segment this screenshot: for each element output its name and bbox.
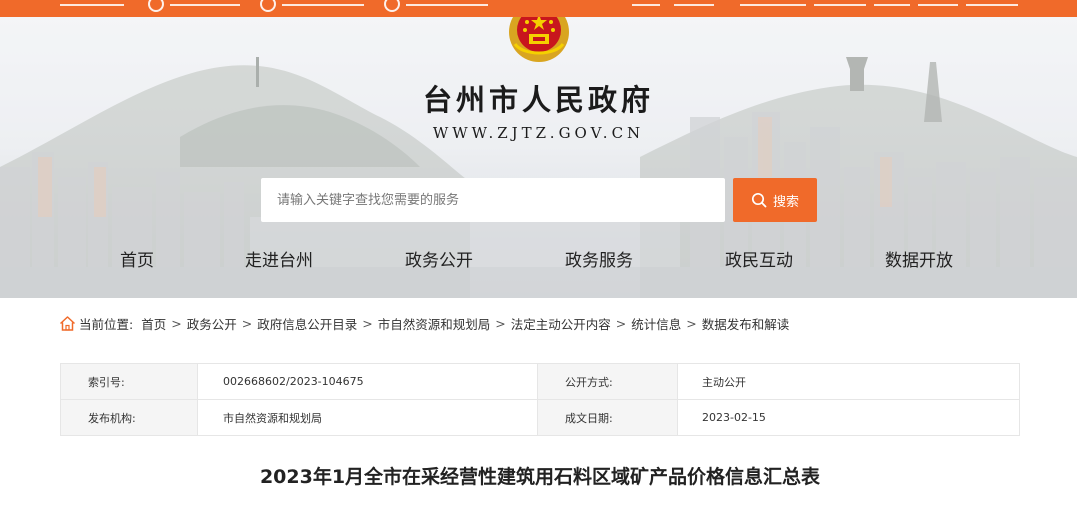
top-utility-bar (0, 0, 1077, 17)
breadcrumb-separator: > (615, 315, 627, 331)
open-method-label: 公开方式: (537, 363, 678, 400)
breadcrumb-separator: > (362, 315, 373, 331)
breadcrumb-item-statistics[interactable]: 统计信息 (631, 314, 681, 333)
breadcrumb: 当前位置: 首页 > 政务公开 > 政府信息公开目录 > 市自然资源和规划局 >… (59, 313, 789, 333)
breadcrumb-prefix: 当前位置: (79, 316, 134, 332)
document-date-label: 成文日期: (537, 399, 678, 436)
breadcrumb-separator: > (171, 315, 182, 331)
breadcrumb-item-data-release[interactable]: 数据发布和解读 (702, 314, 790, 333)
top-bar-link[interactable] (406, 0, 488, 6)
breadcrumb-separator: > (241, 315, 253, 331)
index-number-value: 002668602/2023-104675 (197, 363, 538, 400)
table-row: 发布机构: 市自然资源和规划局 成文日期: 2023-02-15 (60, 399, 1020, 436)
breadcrumb-item-home[interactable]: 首页 (141, 314, 166, 333)
top-bar-link[interactable] (918, 0, 958, 6)
table-row: 索引号: 002668602/2023-104675 公开方式: 主动公开 (60, 363, 1020, 400)
nav-item-public-interaction[interactable]: 政民互动 (679, 247, 839, 275)
nav-item-home[interactable]: 首页 (57, 247, 217, 275)
open-method-value: 主动公开 (677, 363, 1020, 400)
breadcrumb-item-government-affairs-open[interactable]: 政务公开 (187, 314, 237, 333)
top-bar-link[interactable] (674, 0, 714, 6)
publisher-label: 发布机构: (60, 399, 198, 436)
document-date-value: 2023-02-15 (677, 399, 1020, 436)
top-bar-link[interactable] (632, 0, 660, 6)
breadcrumb-item-statutory-disclosure[interactable]: 法定主动公开内容 (511, 314, 611, 333)
nav-item-government-services[interactable]: 政务服务 (519, 247, 679, 275)
breadcrumb-item-natural-resources-bureau[interactable]: 市自然资源和规划局 (378, 314, 491, 333)
header-banner: 台州市人民政府 WWW.ZJTZ.GOV.CN 搜索 首页 走进台州 政务公开 … (0, 17, 1077, 298)
breadcrumb-item-info-catalog[interactable]: 政府信息公开目录 (257, 314, 357, 333)
index-number-label: 索引号: (60, 363, 198, 400)
top-bar-link[interactable] (60, 0, 124, 6)
top-bar-icon (260, 0, 276, 12)
search-button[interactable]: 搜索 (733, 178, 817, 222)
breadcrumb-separator: > (686, 315, 697, 331)
search-icon (751, 192, 767, 208)
site-title: 台州市人民政府 (422, 83, 654, 117)
top-bar-link[interactable] (170, 0, 240, 6)
nav-item-government-affairs-open[interactable]: 政务公开 (359, 247, 519, 275)
top-bar-icon (148, 0, 164, 12)
search-input[interactable] (261, 178, 725, 222)
main-nav: 首页 走进台州 政务公开 政务服务 政民互动 数据开放 (57, 247, 1017, 277)
publisher-value: 市自然资源和规划局 (197, 399, 538, 436)
site-url: WWW.ZJTZ.GOV.CN (432, 124, 645, 142)
top-bar-icon (384, 0, 400, 12)
national-emblem-icon (509, 17, 569, 62)
top-bar-link[interactable] (874, 0, 910, 6)
search-button-label: 搜索 (772, 194, 799, 210)
nav-item-open-data[interactable]: 数据开放 (839, 247, 999, 275)
breadcrumb-separator: > (495, 315, 506, 331)
home-icon (59, 315, 76, 331)
top-bar-link[interactable] (966, 0, 1018, 6)
top-bar-link[interactable] (740, 0, 806, 6)
nav-item-about-taizhou[interactable]: 走进台州 (199, 247, 359, 275)
top-bar-link[interactable] (814, 0, 866, 6)
top-bar-link[interactable] (282, 0, 364, 6)
document-title: 2023年1月全市在采经营性建筑用石料区域矿产品价格信息汇总表 (259, 466, 821, 488)
document-info-table: 索引号: 002668602/2023-104675 公开方式: 主动公开 发布… (60, 363, 1020, 436)
